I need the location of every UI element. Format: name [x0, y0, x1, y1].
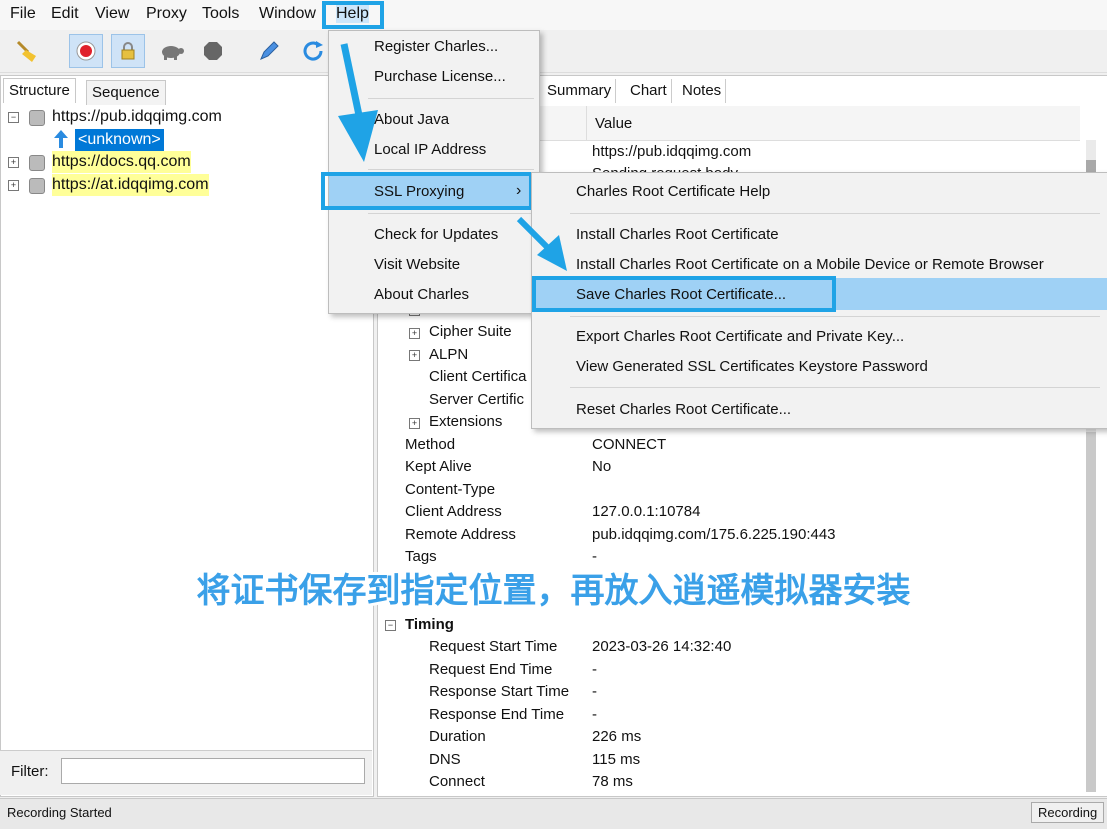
- annotation-arrow-down-icon: [338, 43, 378, 162]
- expand-icon[interactable]: +: [409, 418, 420, 429]
- menu-item-install-root-cert[interactable]: Install Charles Root Certificate: [576, 223, 779, 247]
- prop-name: Remote Address: [405, 526, 516, 543]
- throttle-turtle-icon[interactable]: [156, 36, 186, 66]
- host-value: https://pub.idqqimg.com: [592, 143, 752, 160]
- tab-sequence[interactable]: Sequence: [86, 80, 166, 105]
- stop-hexagon-icon[interactable]: [198, 36, 228, 66]
- timing-value: -: [592, 661, 597, 678]
- recording-indicator[interactable]: Recording: [1031, 802, 1105, 823]
- timing-value: 2023-03-26 14:32:40: [592, 638, 732, 655]
- arrow-up-icon: [54, 130, 68, 152]
- timing-name: Response End Time: [429, 706, 565, 723]
- menu-item-export-root-cert[interactable]: Export Charles Root Certificate and Priv…: [576, 325, 904, 349]
- timing-name: Duration: [429, 728, 486, 745]
- tree-item-at[interactable]: https://at.idqqimg.com: [52, 174, 209, 196]
- timing-value: 78 ms: [592, 773, 633, 790]
- menu-tools[interactable]: Tools: [202, 5, 239, 23]
- timing-value: -: [592, 683, 597, 700]
- menu-item-about-charles[interactable]: About Charles: [374, 283, 469, 307]
- tree-extensions[interactable]: Extensions: [429, 411, 502, 433]
- tree-alpn[interactable]: ALPN: [429, 344, 468, 366]
- tab-summary[interactable]: Summary: [543, 79, 617, 103]
- tab-notes[interactable]: Notes: [678, 79, 727, 103]
- save-cert-highlight-box: [532, 276, 836, 312]
- refresh-icon[interactable]: [298, 36, 328, 66]
- menu-separator: [570, 213, 1100, 214]
- menu-separator: [368, 98, 534, 99]
- expand-icon[interactable]: +: [409, 328, 420, 339]
- timing-section[interactable]: Timing: [405, 614, 454, 636]
- toolbar: [0, 30, 1107, 73]
- menu-separator: [570, 387, 1100, 388]
- timing-name: Request Start Time: [429, 638, 558, 655]
- expand-icon[interactable]: +: [8, 180, 19, 191]
- prop-name: Content-Type: [405, 481, 496, 498]
- timing-value: 115 ms: [592, 751, 641, 768]
- menu-window[interactable]: Window: [259, 5, 316, 23]
- scrollbar-thumb-lower[interactable]: [1086, 432, 1096, 792]
- tree-cipher-suite[interactable]: Cipher Suite: [429, 321, 512, 343]
- tab-structure[interactable]: Structure: [3, 78, 76, 103]
- menu-view[interactable]: View: [95, 5, 129, 23]
- annotation-arrow-diagonal-icon: [516, 216, 567, 271]
- expand-icon[interactable]: +: [409, 350, 420, 361]
- prop-name: Method: [405, 436, 456, 453]
- status-text: Recording Started: [7, 805, 112, 820]
- filter-input[interactable]: [61, 758, 365, 784]
- menu-separator: [368, 213, 534, 214]
- status-bar: [0, 798, 1107, 829]
- ssl-lock-icon[interactable]: [111, 34, 145, 68]
- menu-item-visit-website[interactable]: Visit Website: [374, 253, 460, 277]
- menu-item-keystore-password[interactable]: View Generated SSL Certificates Keystore…: [576, 355, 928, 379]
- timing-name: Request End Time: [429, 661, 553, 678]
- prop-name: Client Address: [405, 503, 502, 520]
- timing-name: Response Start Time: [429, 683, 570, 700]
- menu-separator: [368, 169, 534, 170]
- tab-chart[interactable]: Chart: [626, 79, 672, 103]
- timing-name: DNS: [429, 751, 461, 768]
- collapse-icon[interactable]: −: [8, 112, 19, 123]
- prop-value: pub.idqqimg.com/175.6.225.190:443: [592, 526, 836, 543]
- menu-bar: File Edit View Proxy Tools Window Help: [0, 0, 1107, 30]
- menu-item-reset-root-cert[interactable]: Reset Charles Root Certificate...: [576, 398, 791, 422]
- tree-item-pub[interactable]: https://pub.idqqimg.com: [52, 106, 222, 128]
- lock-icon: [29, 178, 45, 194]
- menu-item-install-mobile[interactable]: Install Charles Root Certificate on a Mo…: [576, 253, 1044, 277]
- tree-client-certificates: Client Certifica: [429, 368, 527, 385]
- timing-value: 226 ms: [592, 728, 642, 745]
- timing-name: Connect: [429, 773, 485, 790]
- collapse-icon[interactable]: −: [385, 620, 396, 631]
- menu-item-local-ip[interactable]: Local IP Address: [374, 138, 486, 162]
- menu-item-purchase[interactable]: Purchase License...: [374, 65, 506, 89]
- filter-label: Filter:: [11, 763, 49, 780]
- prop-name: Kept Alive: [405, 458, 472, 475]
- lock-icon: [29, 110, 45, 126]
- tree-item-docs[interactable]: https://docs.qq.com: [52, 151, 191, 173]
- broom-icon[interactable]: [12, 36, 42, 66]
- menu-item-check-updates[interactable]: Check for Updates: [374, 223, 498, 247]
- menu-proxy[interactable]: Proxy: [146, 5, 187, 23]
- menu-file[interactable]: File: [10, 5, 36, 23]
- tree-server-certificates: Server Certific: [429, 391, 525, 408]
- menu-item-root-cert-help[interactable]: Charles Root Certificate Help: [576, 180, 770, 204]
- pen-icon[interactable]: [254, 36, 284, 66]
- lock-icon: [29, 155, 45, 171]
- instruction-caption: 将证书保存到指定位置，再放入逍遥模拟器安装: [196, 572, 911, 610]
- prop-value: 127.0.0.1:10784: [592, 503, 701, 520]
- menu-edit[interactable]: Edit: [51, 5, 79, 23]
- ssl-proxying-highlight-box: [321, 172, 533, 210]
- help-highlight-box: [322, 1, 384, 29]
- expand-icon[interactable]: +: [8, 157, 19, 168]
- value-column-header: Value: [595, 115, 633, 132]
- prop-value: No: [592, 458, 612, 475]
- record-icon[interactable]: [69, 34, 103, 68]
- menu-item-register[interactable]: Register Charles...: [374, 35, 498, 59]
- timing-value: -: [592, 706, 597, 723]
- menu-separator: [570, 316, 1100, 317]
- tree-item-unknown[interactable]: <unknown>: [75, 129, 164, 151]
- column-divider: [586, 106, 587, 140]
- prop-value: CONNECT: [592, 436, 667, 453]
